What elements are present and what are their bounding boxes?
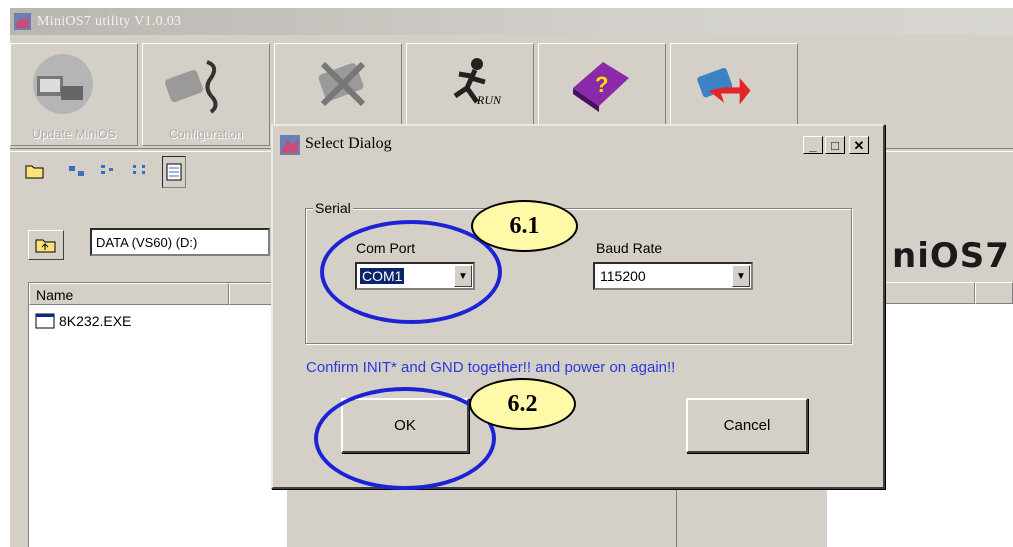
up-folder-icon	[35, 239, 56, 253]
baud-rate-value: 115200	[600, 268, 646, 284]
download-module-icon	[697, 67, 751, 105]
list-view-icon	[133, 165, 145, 174]
minimize-button[interactable]: _	[803, 136, 823, 154]
baud-rate-label: Baud Rate	[596, 240, 663, 256]
details-view-button[interactable]	[162, 156, 186, 188]
update-minios-icon	[33, 54, 93, 114]
update-minios-label: Update MiniOS	[32, 127, 116, 141]
list-item[interactable]: 8K232.EXE	[35, 313, 131, 329]
disconnect-icon	[318, 61, 366, 107]
svg-text:RUN: RUN	[476, 93, 502, 107]
serial-group-label: Serial	[313, 200, 353, 216]
configuration-label: Configuration	[169, 127, 243, 141]
file-list[interactable]: Name 8K232.EXE	[28, 282, 287, 547]
baud-rate-select[interactable]: 115200 ▼	[593, 262, 753, 290]
name-column-header[interactable]: Name	[29, 283, 229, 305]
svg-text:?: ?	[595, 72, 608, 97]
configuration-icon	[165, 60, 218, 114]
run-icon: RUN	[453, 58, 502, 107]
close-button[interactable]: ✕	[849, 136, 869, 154]
dialog-app-icon	[280, 135, 300, 155]
large-icons-button[interactable]	[64, 156, 90, 186]
warning-text: Confirm INIT* and GND together!! and pow…	[306, 359, 676, 376]
small-icons-button[interactable]	[96, 156, 122, 186]
configuration-button[interactable]: Configuration	[142, 43, 270, 146]
dialog-title-bar: Select Dialog _ □ ✕	[275, 128, 881, 162]
details-view-icon	[166, 163, 182, 181]
help-book-icon: ?	[573, 62, 629, 112]
cancel-button[interactable]: Cancel	[686, 398, 808, 453]
open-folder-button[interactable]	[22, 156, 48, 186]
update-minios-button[interactable]: Update MiniOS	[10, 43, 138, 146]
step-badge-6-1: 6.1	[471, 200, 578, 252]
window-title: MiniOS7 utility V1.0.03	[37, 14, 182, 29]
open-folder-icon	[25, 165, 44, 179]
up-folder-button[interactable]	[28, 230, 64, 260]
file-name: 8K232.EXE	[59, 313, 132, 329]
maximize-button[interactable]: □	[825, 136, 845, 154]
large-icons-icon	[69, 166, 84, 176]
small-icons-icon	[101, 165, 113, 174]
right-column-header-2[interactable]	[975, 282, 1013, 304]
exe-file-icon	[35, 313, 55, 329]
step-badge-6-2: 6.2	[469, 378, 576, 430]
app-icon	[14, 13, 31, 30]
title-bar: MiniOS7 utility V1.0.03	[10, 8, 1013, 35]
brand-text: niOS7	[892, 236, 1010, 276]
drive-path-field[interactable]: DATA (VS60) (D:)	[90, 228, 270, 256]
list-view-button[interactable]	[128, 156, 154, 186]
dialog-title: Select Dialog	[305, 135, 392, 152]
chevron-down-icon[interactable]: ▼	[732, 265, 750, 287]
